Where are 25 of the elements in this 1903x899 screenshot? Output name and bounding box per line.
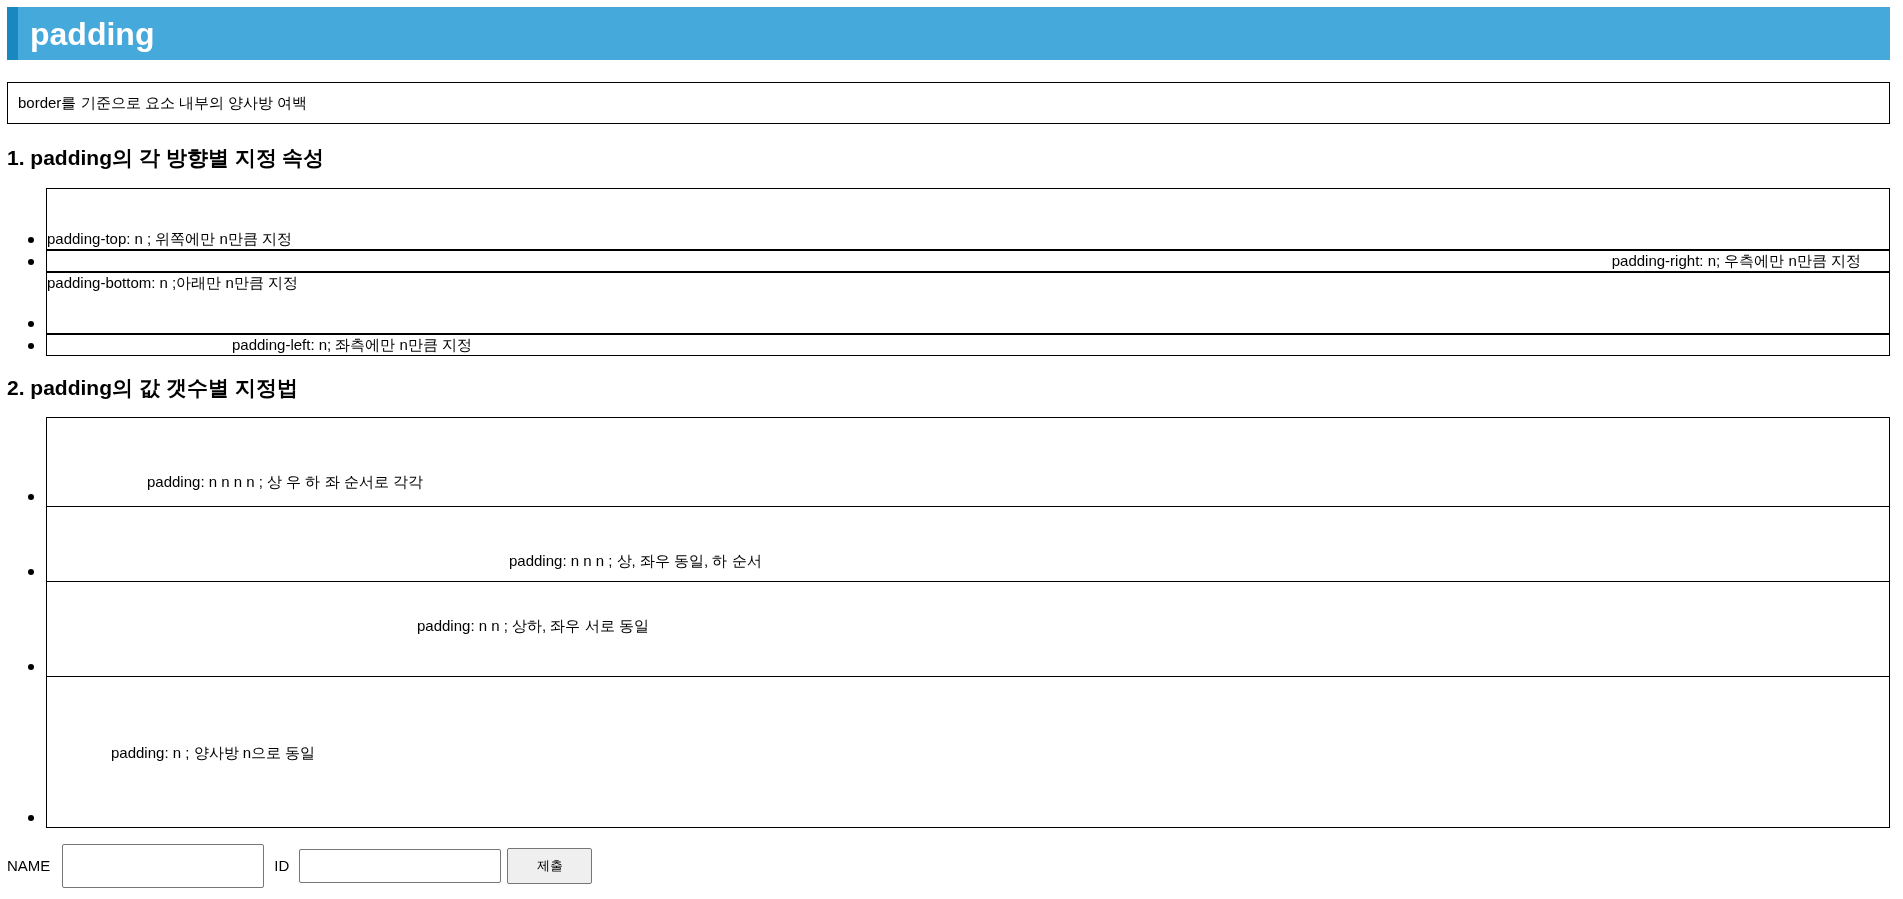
list-item-text: padding-bottom: n ;아래만 n만큼 지정 [47,273,298,291]
list-item-text: padding: n ; 양사방 n으로 동일 [111,744,316,761]
bullet-icon [28,569,34,575]
list-item-text: padding: n n n n ; 상 우 하 좌 순서로 각각 [147,473,423,490]
bullet-icon [28,664,34,670]
list-item-text: padding-right: n; 우측에만 n만큼 지정 [1611,251,1861,269]
list-item-text: padding-left: n; 좌측에만 n만큼 지정 [232,335,473,353]
bullet-icon [28,236,34,243]
bullet-icon [28,815,34,821]
section-heading: 2. padding의 값 갯수별 지정법 [7,374,299,401]
section-heading: 1. padding의 각 방향별 지정 속성 [7,145,326,171]
name-input-field[interactable] [62,844,265,888]
name-label: NAME [7,855,51,876]
bullet-icon [28,342,34,349]
submit-button[interactable]: 제출 [507,848,593,884]
list-item-text: padding: n n ; 상하, 좌우 서로 동일 [417,617,649,634]
bullet-icon [28,320,34,327]
id-input-field[interactable] [299,849,502,883]
bullet-icon [28,494,34,500]
list-item-text: padding-top: n ; 위쪽에만 n만큼 지정 [47,229,293,247]
bullet-icon [28,258,34,265]
id-label: ID [274,855,290,876]
description-box: border를 기준으로 요소 내부의 양사방 여백 [7,82,1890,124]
list-item-text: padding: n n n ; 상, 좌우 동일, 하 순서 [509,552,762,569]
page-title: padding [30,17,155,50]
